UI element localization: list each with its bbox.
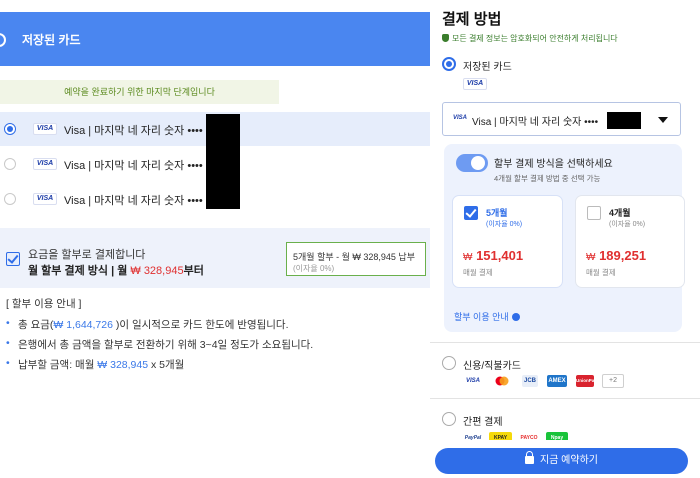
option-price: ₩ 151,401 (463, 248, 524, 263)
final-step-banner: 예약을 완료하기 위한 마지막 단계입니다 (0, 80, 279, 104)
chevron-down-icon (658, 117, 668, 123)
installment-line-2: 월 할부 결제 방식 | 월 ₩ 328,945부터 (28, 265, 204, 277)
easy-pay-radio[interactable] (442, 412, 456, 426)
card-radio[interactable] (4, 193, 16, 205)
visa-logo-icon: VISA (33, 123, 57, 135)
card-select-dropdown[interactable]: VISA Visa | 마지막 네 자리 숫자 •••• (442, 102, 681, 136)
installment-guide-title: [ 할부 이용 안내 ] (6, 298, 82, 310)
installment-selection-box: 할부 결제 방식을 선택하세요 4개월 할부 결제 방법 중 선택 가능 5개월… (444, 144, 685, 332)
option-rate: (이자율 0%) (486, 221, 523, 228)
installment-monthly-amount: ₩ 328,945 (130, 265, 184, 277)
panel-title: 결제 방법 (442, 11, 502, 28)
saved-card-header-title: 저장된 카드 (22, 33, 81, 47)
option-checkbox[interactable] (464, 206, 478, 220)
installment-guide: [ 할부 이용 안내 ] 총 요금(₩ 1,644,726 )이 일시적으로 카… (6, 296, 313, 377)
shield-icon (442, 34, 449, 42)
more-cards-badge: +2 (602, 374, 624, 388)
amex-logo-icon: AMEX (547, 375, 567, 387)
unionpay-logo-icon: UnionPay (576, 375, 597, 387)
left-payment-page: 저장된 카드 예약을 완료하기 위한 마지막 단계입니다 VISA Visa |… (0, 0, 430, 478)
installment-option-section: 요금을 할부로 결제합니다 월 할부 결제 방식 | 월 ₩ 328,945부터… (0, 228, 430, 288)
divider (430, 342, 700, 343)
selected-card-text: Visa | 마지막 네 자리 숫자 •••• (472, 117, 599, 128)
installment-guide-link[interactable]: 할부 이용 안내 (454, 310, 520, 323)
saved-card-radio[interactable] (0, 33, 6, 47)
guide-item: 은행에서 총 금액을 할부로 전환하기 위해 3~4일 정도가 소요됩니다. (6, 337, 313, 352)
card-radio[interactable] (4, 158, 16, 170)
redacted-card-digits (607, 112, 641, 129)
installment-option-5-months[interactable]: 5개월 (이자율 0%) ₩ 151,401 매월 결제 (452, 195, 563, 288)
saved-card-header[interactable]: 저장된 카드 (0, 12, 430, 66)
payco-logo-icon: PAYCO (520, 435, 538, 440)
installment-subtitle: 4개월 할부 결제 방법 중 선택 가능 (494, 174, 601, 183)
lock-icon (525, 451, 534, 464)
mastercard-logo-icon (494, 375, 510, 387)
option-months: 4개월 (609, 208, 631, 218)
saved-card-label: 저장된 카드 (463, 62, 512, 73)
guide-item: 총 요금(₩ 1,644,726 )이 일시적으로 카드 한도에 반영됩니다. (6, 317, 313, 332)
checkout-page: 저장된 카드 예약을 완료하기 위한 마지막 단계입니다 VISA Visa |… (0, 0, 700, 478)
visa-logo-icon: VISA (33, 158, 57, 170)
npay-logo-icon: Npay (546, 432, 568, 440)
option-months: 5개월 (486, 208, 508, 218)
installment-option-4-months[interactable]: 4개월 (이자율 0%) ₩ 189,251 매월 결제 (575, 195, 685, 288)
installment-plan-dropdown[interactable]: 5개월 할부 - 월 ₩ 328,945 납부 (이자율 0%) (286, 242, 426, 276)
paypal-logo-icon: PayPal (464, 435, 482, 440)
installment-checkbox[interactable] (6, 252, 20, 266)
visa-logo-icon: VISA (463, 78, 487, 90)
visa-logo-icon: VISA (453, 115, 468, 121)
card-label: Visa | 마지막 네 자리 숫자 •••• (64, 195, 203, 207)
option-period: 매월 결제 (463, 268, 493, 277)
jcb-logo-icon: JCB (522, 375, 538, 387)
kpay-logo-icon: KPAY (489, 432, 512, 440)
card-label: Visa | 마지막 네 자리 숫자 •••• (64, 160, 203, 172)
saved-card-radio[interactable] (442, 57, 456, 71)
option-checkbox[interactable] (587, 206, 601, 220)
installment-plan-text: 5개월 할부 - 월 ₩ 328,945 납부 (293, 252, 415, 262)
easy-pay-label: 간편 결제 (463, 417, 503, 428)
option-price: ₩ 189,251 (586, 248, 647, 263)
payment-method-panel: 결제 방법 모든 결제 정보는 암호화되어 안전하게 처리됩니다 저장된 카드 … (430, 0, 700, 440)
secure-note: 모든 결제 정보는 암호화되어 안전하게 처리됩니다 (442, 33, 618, 44)
divider (430, 398, 700, 399)
installment-line-1: 요금을 할부로 결제합니다 (28, 249, 146, 261)
credit-card-label: 신용/직불카드 (463, 361, 521, 372)
card-radio[interactable] (4, 123, 16, 135)
redacted-card-digits (206, 114, 240, 209)
option-period: 매월 결제 (586, 268, 616, 277)
guide-item: 납부할 금액: 매월 ₩ 328,945 x 5개월 (6, 357, 313, 372)
visa-logo-icon: VISA (33, 193, 57, 205)
book-now-button[interactable]: 지금 예약하기 (435, 448, 688, 474)
installment-plan-rate: (이자율 0%) (293, 264, 335, 273)
info-icon (511, 313, 520, 321)
option-rate: (이자율 0%) (609, 221, 646, 228)
installment-title: 할부 결제 방식을 선택하세요 (494, 159, 613, 170)
visa-logo-icon: VISA (465, 378, 480, 384)
card-label: Visa | 마지막 네 자리 숫자 •••• (64, 125, 203, 137)
credit-card-radio[interactable] (442, 356, 456, 370)
installment-toggle[interactable] (456, 154, 488, 172)
